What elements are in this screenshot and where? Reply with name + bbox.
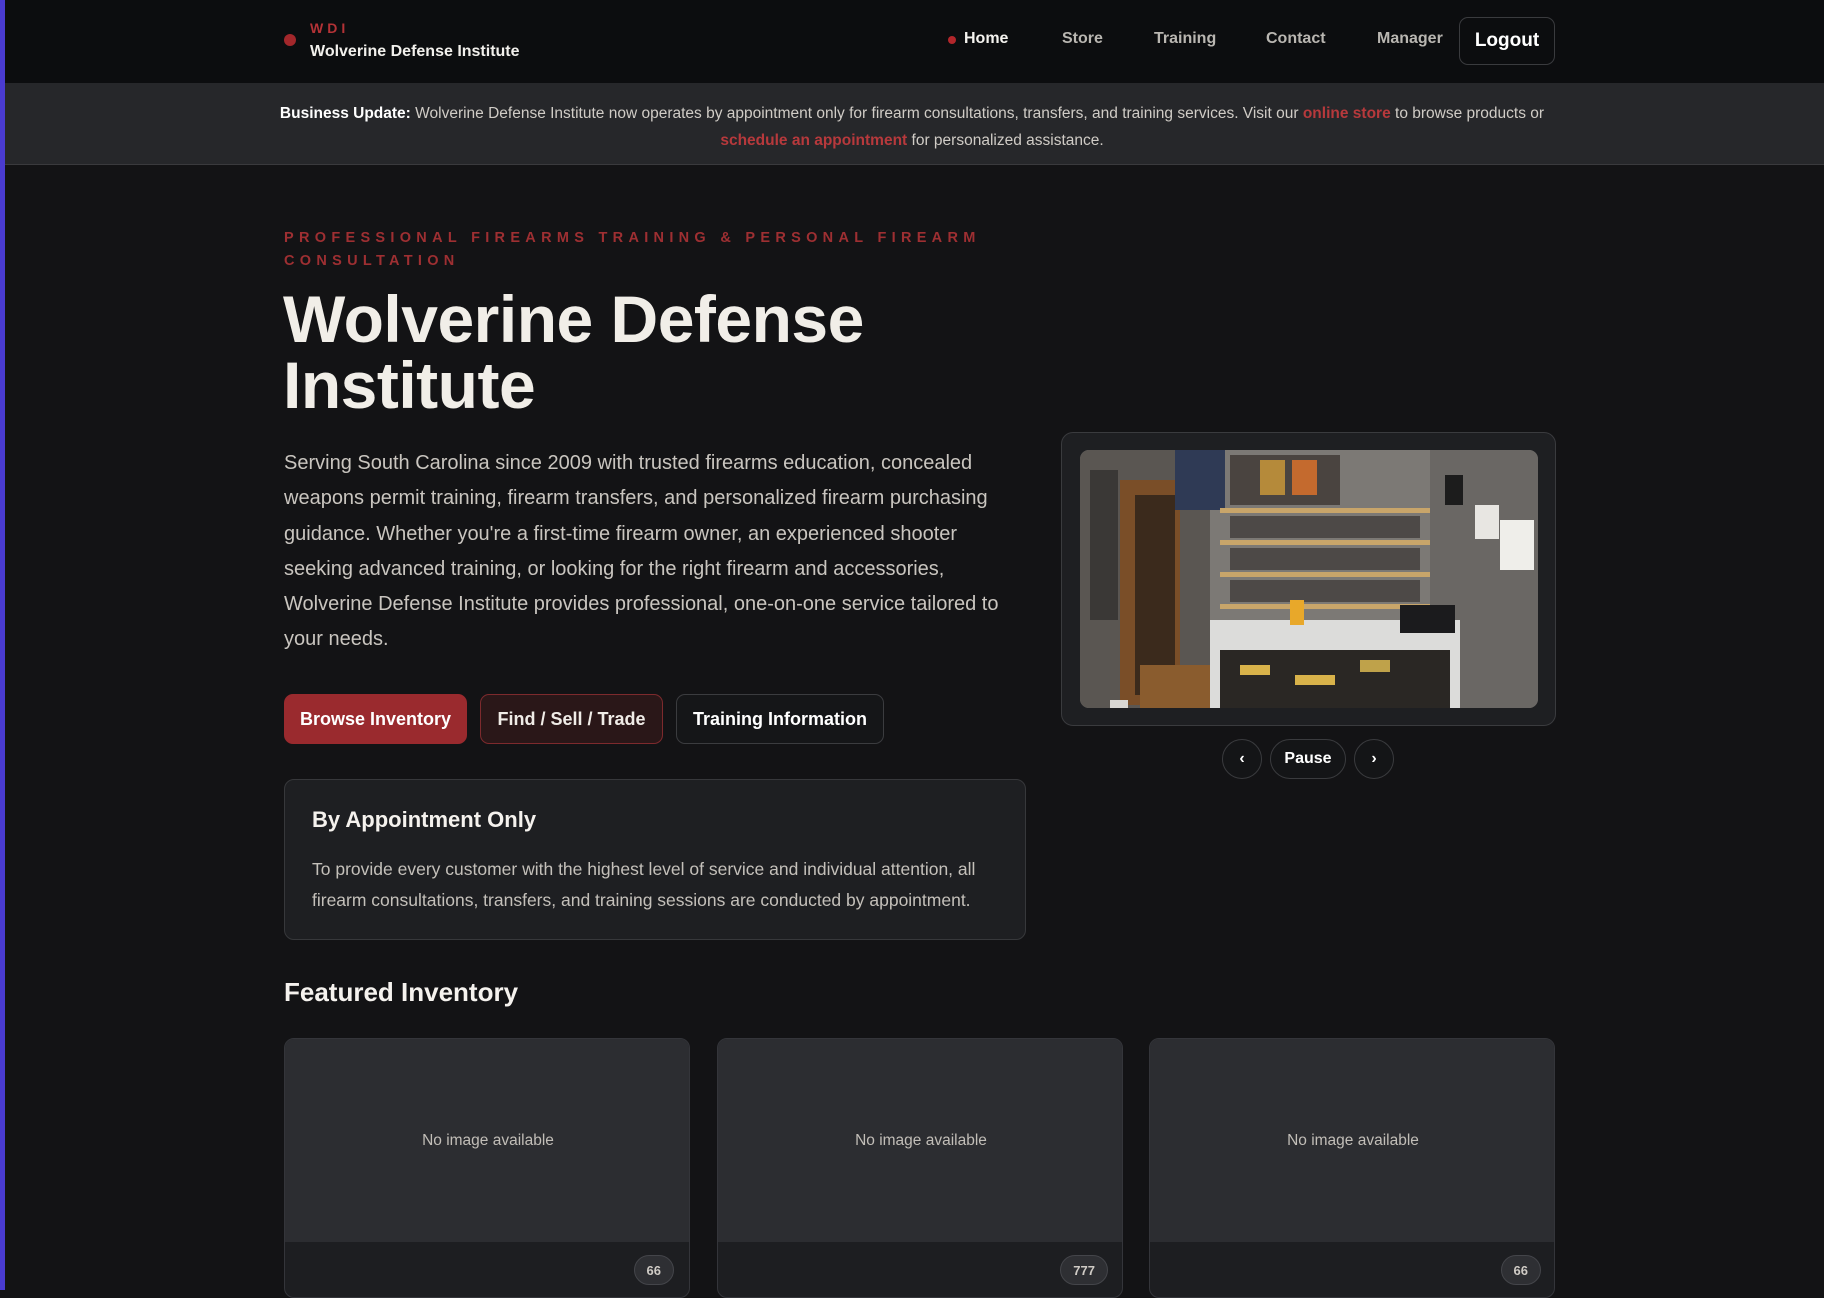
card-image-placeholder: No image available: [1150, 1039, 1554, 1242]
card-badge: 66: [1500, 1255, 1541, 1285]
browse-inventory-button[interactable]: Browse Inventory: [284, 694, 467, 744]
logout-button[interactable]: Logout: [1459, 17, 1555, 65]
featured-inventory-title: Featured Inventory: [284, 977, 519, 1007]
nav-link-training[interactable]: Training: [1154, 30, 1216, 48]
find-sell-trade-button[interactable]: Find / Sell / Trade: [480, 694, 663, 744]
banner-text-after: for personalized assistance.: [911, 132, 1104, 149]
hero-title: Wolverine Defense Institute: [283, 282, 864, 422]
card-badge: 777: [1060, 1255, 1108, 1285]
active-indicator-dot-icon: [948, 36, 956, 44]
top-navigation-bar: WDI Wolverine Defense Institute Home Sto…: [0, 0, 1824, 83]
appointment-notice-card: By Appointment Only To provide every cus…: [284, 779, 1026, 940]
hero-eyebrow: Professional Firearms Training & Persona…: [284, 230, 981, 269]
banner-text-before: Wolverine Defense Institute now operates…: [415, 105, 1299, 122]
nav-link-home[interactable]: Home: [964, 30, 1008, 48]
left-edge-accent: [0, 0, 5, 1290]
appointment-text: To provide every customer with the highe…: [312, 859, 976, 910]
nav-link-contact[interactable]: Contact: [1266, 30, 1326, 48]
store-interior-illustration: [1080, 450, 1538, 708]
schedule-appointment-link[interactable]: schedule an appointment: [720, 132, 907, 149]
hero-description: Serving South Carolina since 2009 with t…: [284, 452, 999, 651]
card-image-placeholder: No image available: [718, 1039, 1122, 1242]
inventory-card[interactable]: No image available 66: [1149, 1038, 1555, 1298]
banner-text: Business Update: Wolverine Defense Insti…: [240, 100, 1584, 154]
training-information-button[interactable]: Training Information: [676, 694, 884, 744]
banner-lead: Business Update:: [279, 105, 411, 122]
nav-link-manager[interactable]: Manager: [1377, 30, 1443, 48]
online-store-link[interactable]: online store: [1303, 105, 1391, 122]
store-interior-photo: [1080, 450, 1538, 708]
carousel-pause-button[interactable]: Pause: [1270, 739, 1346, 779]
business-update-banner: Business Update: Wolverine Defense Insti…: [0, 83, 1824, 165]
card-badge: 66: [633, 1255, 674, 1285]
store-photo-carousel: [1061, 432, 1556, 726]
nav-link-store[interactable]: Store: [1062, 30, 1103, 48]
carousel-next-button[interactable]: ›: [1354, 739, 1394, 779]
card-image-placeholder: No image available: [285, 1039, 689, 1242]
inventory-card[interactable]: No image available 66: [284, 1038, 690, 1298]
carousel-prev-button[interactable]: ‹: [1222, 739, 1262, 779]
inventory-card[interactable]: No image available 777: [717, 1038, 1123, 1298]
banner-text-middle: to browse products or: [1395, 105, 1545, 122]
appointment-title: By Appointment Only: [312, 807, 537, 832]
